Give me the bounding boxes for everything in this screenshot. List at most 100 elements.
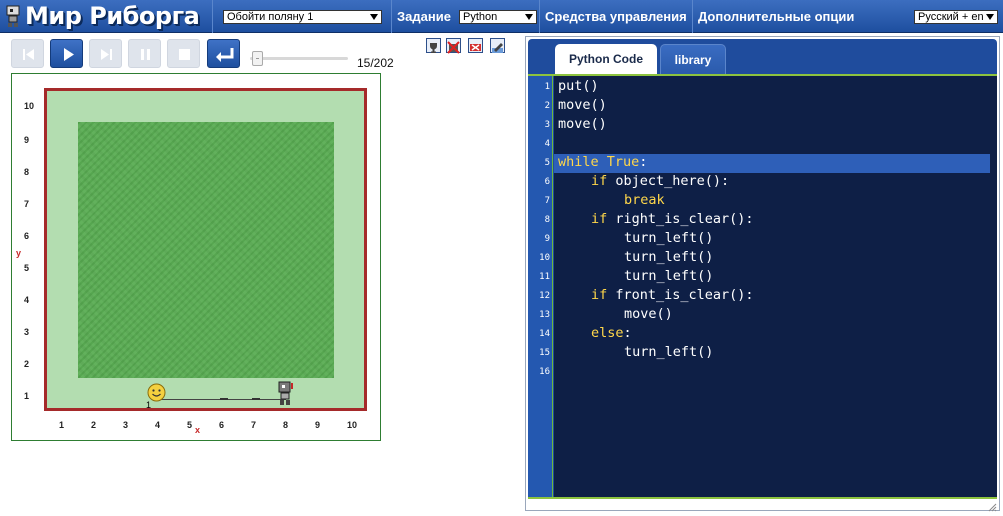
clear-world-button[interactable] — [446, 38, 461, 54]
y-label: 3 — [24, 327, 30, 337]
divider — [212, 0, 213, 33]
line-number: 9 — [544, 234, 550, 244]
token-count: 1 — [146, 400, 152, 410]
y-label: 2 — [24, 359, 30, 369]
code-line: if right_is_clear(): — [591, 211, 754, 227]
remove-icon — [470, 44, 481, 51]
pause-button[interactable] — [128, 39, 161, 68]
y-label: 6 — [24, 231, 30, 241]
x-label: 3 — [123, 420, 129, 430]
x-label: 2 — [91, 420, 97, 430]
line-number: 5 — [544, 158, 550, 168]
line-number: 8 — [544, 215, 550, 225]
edit-world-button[interactable] — [490, 38, 505, 53]
code-line: move() — [558, 97, 607, 113]
code-text: : — [639, 154, 648, 170]
skip-forward-icon — [101, 49, 112, 60]
y-label: 5 — [24, 263, 30, 273]
code-line: move() — [558, 116, 607, 132]
stop-button[interactable] — [167, 39, 200, 68]
robot-logo-icon — [6, 5, 20, 27]
chevron-down-icon — [986, 14, 994, 20]
line-number: 1 — [544, 82, 550, 92]
controls-menu[interactable]: Средства управления — [545, 0, 687, 33]
remove-objects-button[interactable] — [468, 38, 483, 53]
chevron-down-icon — [525, 14, 533, 20]
code-text: right_is_clear(): — [607, 211, 754, 227]
x-label: 10 — [347, 420, 358, 430]
ui-language-select[interactable]: Русский + en — [914, 10, 998, 24]
speed-slider-handle[interactable] — [252, 51, 263, 66]
line-number: 16 — [539, 367, 550, 377]
code-text: : — [623, 325, 632, 341]
divider — [692, 0, 693, 33]
x-label: 7 — [251, 420, 257, 430]
trophy-tool-button[interactable] — [426, 38, 441, 53]
code-line: else: — [591, 325, 632, 341]
y-label: 10 — [24, 101, 35, 111]
line-number: 6 — [544, 177, 550, 187]
code-line: move() — [624, 306, 673, 322]
step-button[interactable] — [89, 39, 122, 68]
step-counter: 15/202 — [357, 56, 394, 70]
tab-library[interactable]: library — [660, 44, 726, 75]
robot-icon — [278, 381, 293, 405]
code-line: break — [624, 192, 665, 208]
language-select-value: Python — [463, 11, 498, 23]
code-keyword: else — [591, 325, 624, 341]
code-line: while True: — [558, 154, 647, 170]
reload-button[interactable] — [207, 39, 240, 68]
x-axis-letter: x — [195, 425, 201, 435]
y-axis-letter: y — [16, 248, 22, 258]
line-number: 3 — [544, 120, 550, 130]
return-arrow-icon — [216, 48, 234, 62]
code-line: turn_left() — [624, 344, 714, 360]
trophy-icon — [430, 43, 437, 53]
world-select-value: Обойти поляну 1 — [227, 11, 314, 23]
world-select[interactable]: Обойти поляну 1 — [223, 10, 382, 24]
code-keyword: if — [591, 287, 608, 303]
code-line: turn_left() — [624, 268, 714, 284]
trace-mark — [252, 398, 260, 400]
trace-mark — [220, 398, 228, 400]
delete-icon — [447, 41, 460, 54]
code-keyword: while True — [558, 154, 640, 170]
code-line: if object_here(): — [591, 173, 729, 189]
options-menu[interactable]: Дополнительные опции — [698, 0, 854, 33]
x-label: 4 — [155, 420, 161, 430]
stop-icon — [179, 49, 190, 60]
skip-back-icon — [23, 49, 34, 60]
resize-grip-icon[interactable] — [987, 502, 997, 512]
line-number: 14 — [539, 329, 550, 339]
line-number: 13 — [539, 310, 550, 320]
editor-bottom-border — [528, 497, 997, 499]
chevron-down-icon — [370, 14, 378, 20]
language-select[interactable]: Python — [459, 10, 537, 24]
line-number: 4 — [544, 139, 550, 149]
y-label: 8 — [24, 167, 30, 177]
pause-icon — [141, 49, 150, 60]
code-line: if front_is_clear(): — [591, 287, 754, 303]
line-number: 12 — [539, 291, 550, 301]
tab-python-code[interactable]: Python Code — [555, 44, 657, 75]
app-title: Мир Риборга — [25, 2, 200, 30]
x-label: 1 — [59, 420, 65, 430]
top-bar: Мир Риборга Обойти поляну 1 Задание Pyth… — [0, 0, 1003, 33]
y-label: 1 — [24, 391, 30, 401]
task-label: Задание — [397, 9, 451, 24]
x-label: 9 — [315, 420, 321, 430]
play-icon — [64, 48, 74, 61]
run-button[interactable] — [50, 39, 83, 68]
speed-slider-track[interactable] — [250, 57, 348, 60]
code-keyword: if — [591, 173, 608, 189]
x-label: 6 — [219, 420, 225, 430]
y-label: 9 — [24, 135, 30, 145]
grass-field — [78, 122, 334, 378]
line-number: 10 — [539, 253, 550, 263]
line-number: 11 — [539, 272, 550, 282]
app-window: Мир Риборга Обойти поляну 1 Задание Pyth… — [0, 0, 1003, 516]
line-number: 2 — [544, 101, 550, 111]
reverse-step-button[interactable] — [11, 39, 44, 68]
code-line: turn_left() — [624, 249, 714, 265]
code-text: front_is_clear(): — [607, 287, 754, 303]
